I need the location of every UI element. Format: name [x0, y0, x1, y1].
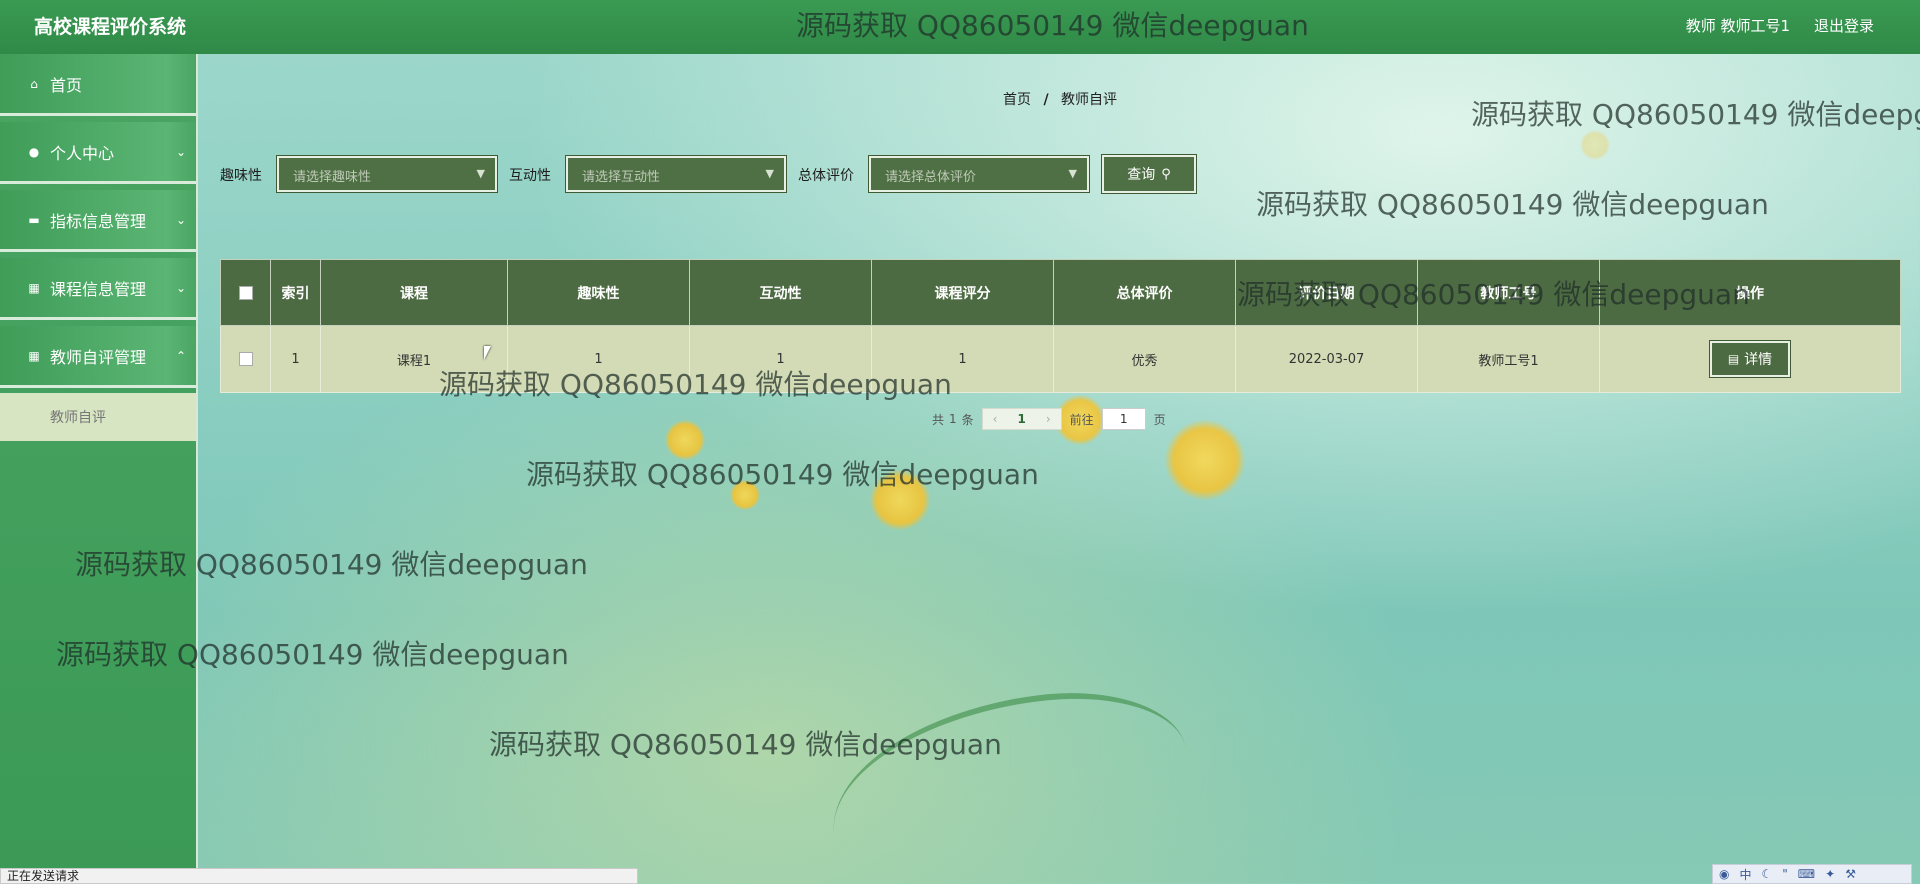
breadcrumb: 首页 / 教师自评 — [1003, 89, 1117, 109]
sidebar-subitem-self-evaluation[interactable]: 教师自评 — [0, 393, 196, 441]
goto-page-input[interactable]: 1 — [1101, 408, 1146, 430]
keyboard-icon[interactable]: ⌨ — [1798, 867, 1815, 881]
overall-select[interactable]: 请选择总体评价 ▼ — [868, 155, 1090, 193]
sidebar: ⌂ 首页 ● 个人中心 ⌄ ▬ 指标信息管理 ⌄ ▦ 课程信息管理 ⌄ ▦ 教师… — [0, 54, 198, 884]
column-header: 课程 — [320, 259, 508, 326]
page-number[interactable]: 1 — [1007, 412, 1035, 426]
sidebar-item-label: 课程信息管理 — [50, 279, 147, 299]
watermark: 源码获取 QQ86050149 微信deepguan — [1471, 98, 1920, 131]
watermark: 源码获取 QQ86050149 微信deepguan — [439, 368, 952, 401]
current-user: 教师 教师工号1 — [1685, 17, 1790, 35]
sidebar-item-self-evaluation-management[interactable]: ▦ 教师自评管理 ⌃ — [0, 326, 196, 388]
sidebar-item-label: 教师自评管理 — [50, 347, 147, 367]
app-title: 高校课程评价系统 — [34, 16, 187, 38]
home-icon: ⌂ — [30, 76, 38, 91]
watermark: 源码获取 QQ86050149 微信deepguan — [1256, 188, 1769, 221]
sidebar-item-label: 个人中心 — [50, 143, 115, 163]
detail-button-label: 详情 — [1744, 352, 1773, 368]
watermark: 源码获取 QQ86050149 微信deepguan — [489, 728, 1002, 761]
sidebar-item-personal-center[interactable]: ● 个人中心 ⌄ — [0, 122, 196, 184]
mouse-cursor — [484, 346, 498, 360]
row-select-cell — [220, 325, 271, 393]
next-page-icon[interactable]: › — [1036, 412, 1061, 426]
sidebar-item-label: 首页 — [50, 75, 83, 95]
chevron-down-icon: ⌄ — [175, 280, 186, 295]
breadcrumb-current: 教师自评 — [1061, 92, 1118, 108]
interaction-select[interactable]: 请选择互动性 ▼ — [565, 155, 787, 193]
chevron-down-icon: ▼ — [1068, 167, 1077, 180]
query-button[interactable]: 查询 ⚲ — [1101, 154, 1197, 194]
watermark: 源码获取 QQ86050149 微信deepguan — [56, 638, 569, 671]
quote-icon[interactable]: " — [1782, 867, 1788, 881]
prev-page-icon[interactable]: ‹ — [983, 412, 1008, 426]
system-tray: ◉ 中 ☾ " ⌨ ✦ ⚒ — [1712, 864, 1912, 884]
watermark: 源码获取 QQ86050149 微信deepguan — [796, 9, 1309, 42]
interest-select-placeholder: 请选择趣味性 — [293, 170, 372, 185]
monitor-icon: ▬ — [28, 212, 40, 227]
tool-icon[interactable]: ⚒ — [1845, 867, 1856, 881]
breadcrumb-separator: / — [1043, 92, 1049, 108]
cell-teacher-id: 教师工号1 — [1417, 325, 1600, 393]
flower-decoration — [1165, 420, 1245, 500]
watermark: 源码获取 QQ86050149 微信deepguan — [1237, 278, 1750, 311]
interaction-select-placeholder: 请选择互动性 — [582, 170, 661, 185]
cell-action: ▤ 详情 — [1599, 325, 1901, 393]
watermark: 源码获取 QQ86050149 微信deepguan — [75, 548, 588, 581]
pager-buttons: ‹ 1 › — [981, 408, 1062, 430]
grid-icon: ▦ — [28, 280, 40, 295]
sidebar-item-course-management[interactable]: ▦ 课程信息管理 ⌄ — [0, 258, 196, 320]
goto-prefix: 前往 — [1069, 412, 1094, 427]
interest-label: 趣味性 — [220, 168, 262, 184]
total-count: 1 — [949, 412, 957, 426]
interest-select[interactable]: 请选择趣味性 ▼ — [276, 155, 498, 193]
row-checkbox[interactable] — [238, 352, 253, 366]
overall-label: 总体评价 — [798, 168, 854, 184]
cell-overall: 优秀 — [1053, 325, 1236, 393]
chevron-down-icon: ▼ — [476, 167, 485, 180]
grass-decoration — [818, 675, 1202, 884]
detail-button[interactable]: ▤ 详情 — [1709, 340, 1791, 378]
grid-icon: ▦ — [28, 348, 40, 363]
document-icon: ▤ — [1727, 352, 1740, 366]
column-header: 互动性 — [689, 259, 872, 326]
interaction-label: 互动性 — [509, 168, 551, 184]
chevron-up-icon: ⌃ — [175, 348, 186, 363]
select-all-cell — [220, 259, 271, 326]
goto-suffix: 页 — [1153, 412, 1166, 427]
logout-link[interactable]: 退出登录 — [1814, 15, 1874, 36]
column-header: 课程评分 — [871, 259, 1054, 326]
total-suffix: 条 — [961, 412, 974, 427]
pagination: 共 1 条 ‹ 1 › 前往 1 页 — [932, 408, 1166, 430]
chevron-down-icon: ⌄ — [175, 212, 186, 227]
user-icon: ● — [28, 144, 40, 159]
cell-date: 2022-03-07 — [1235, 325, 1418, 393]
overall-select-placeholder: 请选择总体评价 — [885, 170, 977, 185]
flower-decoration — [1580, 130, 1610, 160]
chevron-down-icon: ⌄ — [175, 144, 186, 159]
chevron-down-icon: ▼ — [765, 167, 774, 180]
query-button-label: 查询 — [1127, 167, 1156, 183]
column-header: 趣味性 — [507, 259, 690, 326]
watermark: 源码获取 QQ86050149 微信deepguan — [526, 458, 1039, 491]
column-header: 总体评价 — [1053, 259, 1236, 326]
sidebar-item-home[interactable]: ⌂ 首页 — [0, 54, 196, 116]
breadcrumb-home[interactable]: 首页 — [1003, 92, 1031, 108]
cell-index: 1 — [270, 325, 321, 393]
total-prefix: 共 — [932, 412, 945, 427]
column-header: 索引 — [270, 259, 321, 326]
select-all-checkbox[interactable] — [238, 285, 253, 300]
settings-icon[interactable]: ✦ — [1825, 867, 1835, 881]
sidebar-item-label: 指标信息管理 — [50, 211, 147, 231]
moon-icon[interactable]: ☾ — [1762, 867, 1773, 881]
sidebar-item-indicator-management[interactable]: ▬ 指标信息管理 ⌄ — [0, 190, 196, 252]
search-icon[interactable]: ◉ — [1719, 867, 1729, 881]
ime-indicator[interactable]: 中 — [1739, 866, 1751, 883]
search-icon: ⚲ — [1161, 166, 1171, 182]
browser-status-bar: 正在发送请求 — [0, 868, 638, 884]
